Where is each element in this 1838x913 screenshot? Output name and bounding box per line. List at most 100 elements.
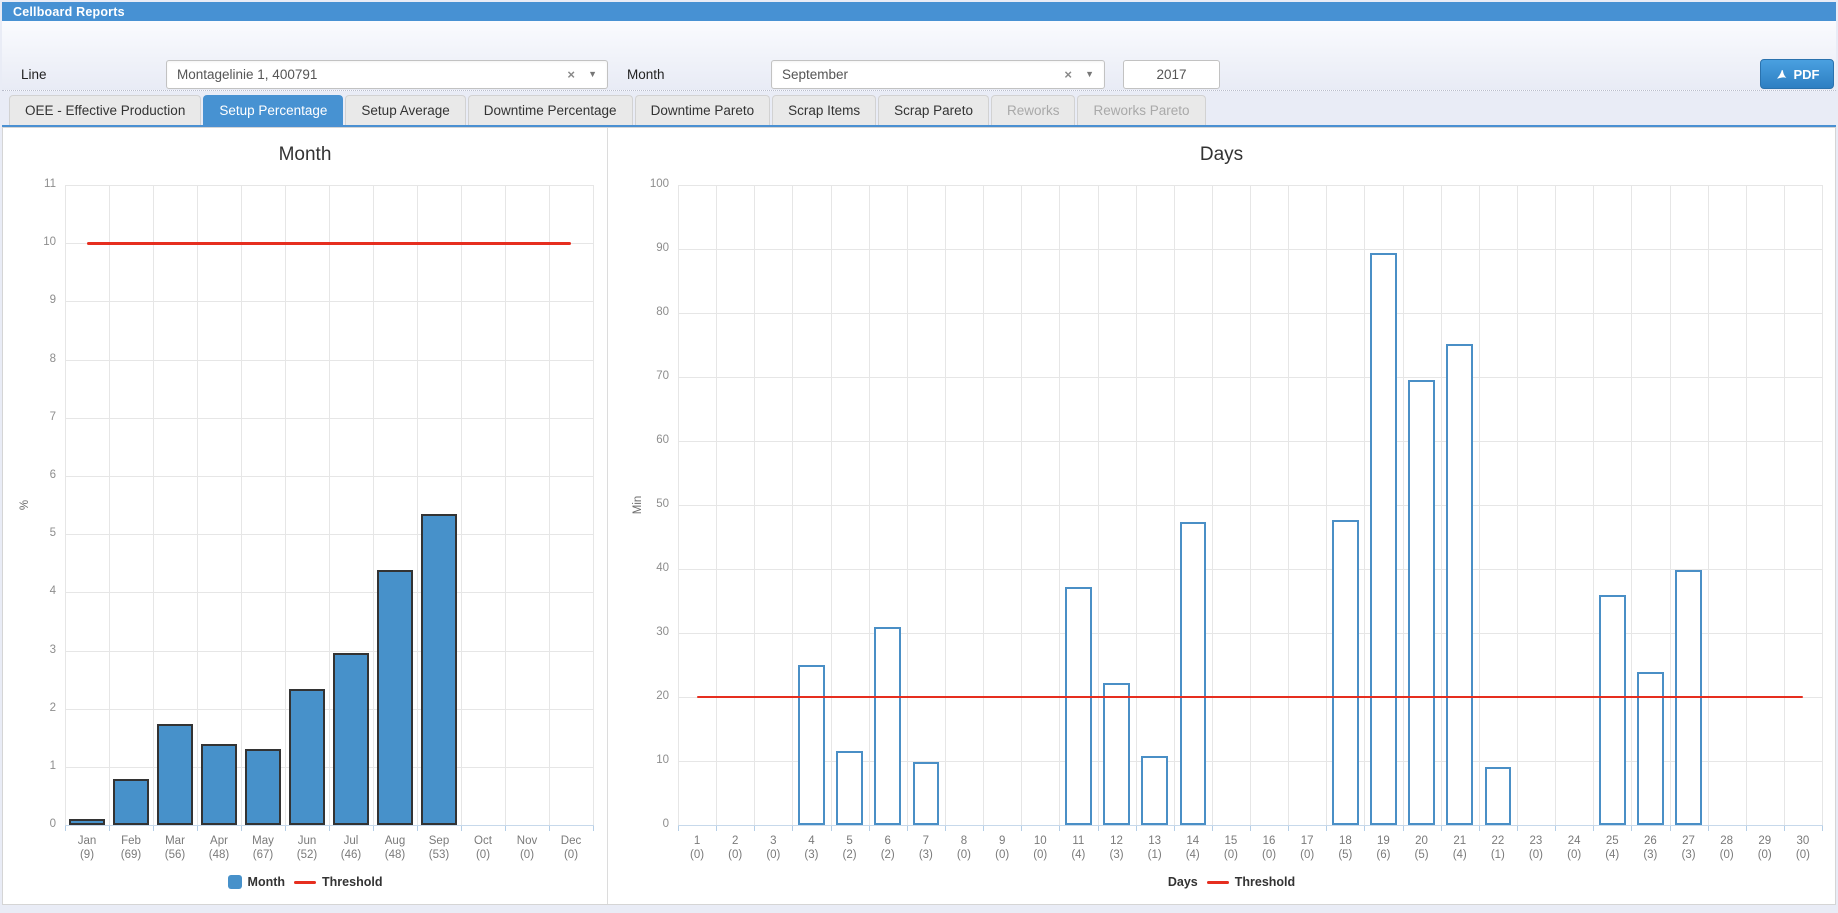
year-input[interactable] [1123, 60, 1220, 89]
tab-downtime-percentage[interactable]: Downtime Percentage [468, 95, 633, 125]
gridline-horizontal [65, 185, 593, 186]
month-select[interactable]: September × ▼ [771, 60, 1105, 89]
x-axis-tick [1631, 826, 1632, 831]
x-axis-tick [505, 826, 506, 831]
gridline-vertical [109, 185, 110, 825]
x-axis-tick [241, 826, 242, 831]
x-axis-tick [907, 826, 908, 831]
x-axis-tick [285, 826, 286, 831]
y-axis-tick-label: 4 [3, 585, 56, 597]
x-axis-tick [1555, 826, 1556, 831]
bar-Jan[interactable] [69, 819, 104, 825]
gridline-horizontal [65, 418, 593, 419]
x-axis-tick [461, 826, 462, 831]
x-axis-tick [678, 826, 679, 831]
threshold-line [697, 696, 1803, 698]
x-axis-tick [1021, 826, 1022, 831]
legend-label: Threshold [1235, 875, 1295, 889]
bar-26[interactable] [1637, 672, 1664, 825]
month-clear-icon[interactable]: × [1064, 61, 1072, 88]
charts-panel: Month01234567891011Jan(9)Feb(69)Mar(56)A… [2, 127, 1836, 905]
gridline-vertical [373, 185, 374, 825]
tab-scrap-pareto[interactable]: Scrap Pareto [878, 95, 989, 125]
bar-4[interactable] [798, 665, 825, 825]
legend-label: Month [248, 875, 285, 889]
tab-downtime-pareto[interactable]: Downtime Pareto [635, 95, 771, 125]
bar-7[interactable] [913, 762, 940, 825]
month-dropdown-arrow-icon[interactable]: ▼ [1085, 61, 1094, 88]
x-axis-tick [754, 826, 755, 831]
bar-5[interactable] [836, 751, 863, 825]
x-axis-category-label: 12(3) [1098, 834, 1136, 862]
gridline-vertical [505, 185, 506, 825]
line-dropdown-arrow-icon[interactable]: ▼ [588, 61, 597, 88]
x-axis-tick [1098, 826, 1099, 831]
x-axis-category-label: 29(0) [1746, 834, 1784, 862]
bar-6[interactable] [874, 627, 901, 825]
legend-threshold-line-icon [1207, 881, 1229, 884]
bar-May[interactable] [245, 749, 280, 825]
gridline-vertical [285, 185, 286, 825]
bar-11[interactable] [1065, 587, 1092, 825]
legend-item-threshold[interactable]: Threshold [294, 875, 382, 889]
bar-20[interactable] [1408, 380, 1435, 825]
gridline-vertical [417, 185, 418, 825]
bar-Mar[interactable] [157, 724, 192, 825]
x-axis-tick [373, 826, 374, 831]
bar-14[interactable] [1180, 522, 1207, 825]
bar-21[interactable] [1446, 344, 1473, 825]
bar-Sep[interactable] [421, 514, 456, 825]
bar-Jun[interactable] [289, 689, 324, 825]
x-axis-category-label: Jun(52) [285, 834, 329, 862]
legend-item-month[interactable]: Month [228, 875, 285, 889]
tab-scrap-items[interactable]: Scrap Items [772, 95, 876, 125]
x-axis-tick [945, 826, 946, 831]
gridline-vertical [153, 185, 154, 825]
line-clear-icon[interactable]: × [567, 61, 575, 88]
chart-title: Days [608, 144, 1835, 166]
bar-Feb[interactable] [113, 779, 148, 826]
tab-oee-effective-production[interactable]: OEE - Effective Production [9, 95, 201, 125]
x-axis-category-label: 19(6) [1364, 834, 1402, 862]
tab-setup-percentage[interactable]: Setup Percentage [203, 95, 343, 125]
y-axis-title: Min [632, 496, 644, 515]
bar-25[interactable] [1599, 595, 1626, 825]
bar-19[interactable] [1370, 253, 1397, 825]
pdf-export-button[interactable]: PDF [1760, 59, 1834, 89]
month-select-value: September [782, 61, 848, 88]
x-axis-category-label: 13(1) [1136, 834, 1174, 862]
gridline-vertical [461, 185, 462, 825]
x-axis-category-label: 14(4) [1174, 834, 1212, 862]
bar-Jul[interactable] [333, 653, 368, 825]
gridline-horizontal [678, 185, 1822, 186]
x-axis-tick [1403, 826, 1404, 831]
x-axis-tick [1670, 826, 1671, 831]
gridline-vertical [1822, 185, 1823, 825]
bar-Aug[interactable] [377, 570, 412, 825]
x-axis-tick [417, 826, 418, 831]
x-axis-category-label: Feb(69) [109, 834, 153, 862]
bar-12[interactable] [1103, 683, 1130, 825]
legend-item-threshold[interactable]: Threshold [1207, 875, 1295, 889]
bar-22[interactable] [1485, 767, 1512, 825]
tab-setup-average[interactable]: Setup Average [345, 95, 465, 125]
x-axis-category-label: 23(0) [1517, 834, 1555, 862]
legend-bar-swatch [1148, 875, 1162, 889]
tab-reworks: Reworks [991, 95, 1076, 125]
legend-item-days[interactable]: Days [1148, 875, 1198, 889]
gridline-vertical [241, 185, 242, 825]
x-axis-tick [549, 826, 550, 831]
gridline-horizontal [65, 534, 593, 535]
tab-reworks-pareto: Reworks Pareto [1077, 95, 1205, 125]
bar-18[interactable] [1332, 520, 1359, 825]
bar-Apr[interactable] [201, 744, 236, 825]
x-axis-tick [716, 826, 717, 831]
x-axis-category-label: Dec(0) [549, 834, 593, 862]
line-select[interactable]: Montagelinie 1, 400791 × ▼ [166, 60, 608, 89]
gridline-vertical [329, 185, 330, 825]
x-axis-category-label: Nov(0) [505, 834, 549, 862]
gridline-horizontal [65, 709, 593, 710]
bar-13[interactable] [1141, 756, 1168, 825]
y-axis-tick-label: 9 [3, 294, 56, 306]
gridline-horizontal [678, 377, 1822, 378]
